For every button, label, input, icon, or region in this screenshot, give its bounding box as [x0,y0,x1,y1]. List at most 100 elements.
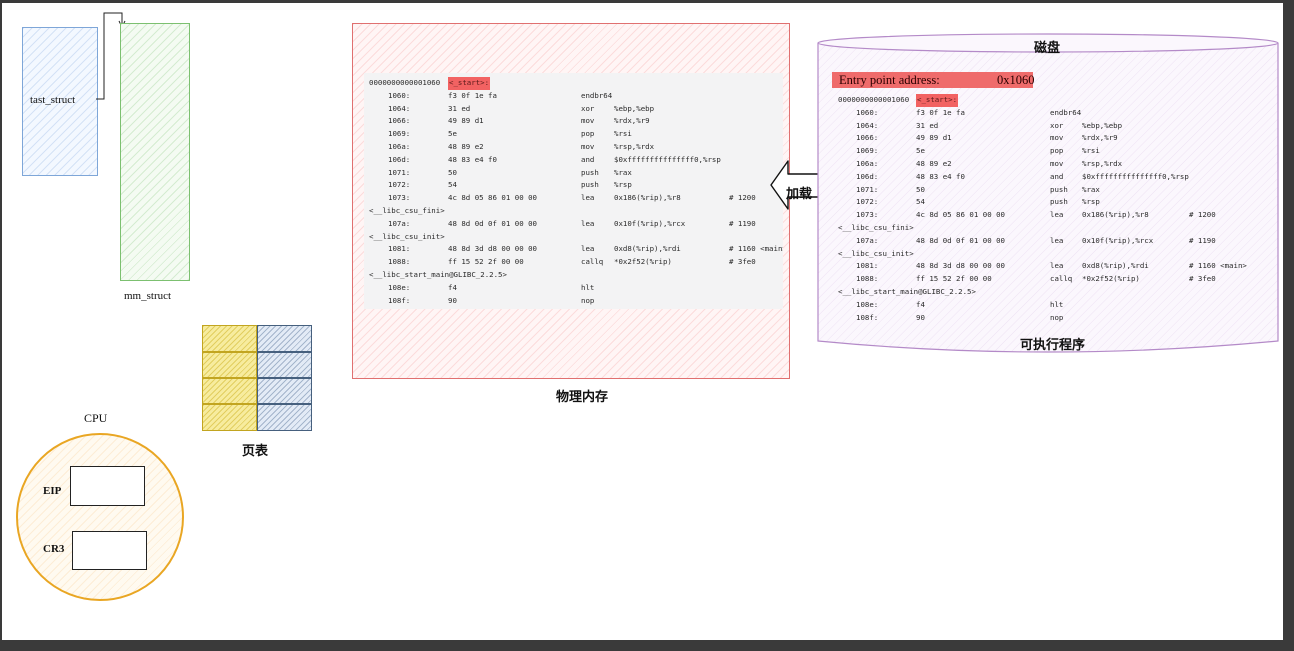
instruction-comment: # 3fe0 [729,257,756,267]
page-table-cell [202,378,257,404]
instruction-address: 108f: [856,312,879,322]
disasm-line: 106d: 48 83 e4 f0 and $0xfffffffffffffff0,%… [832,171,1250,184]
disasm-line: 106a: 48 89 e2 mov %rsp,%rdx [832,158,1250,171]
disasm-line: 1069: 5e pop %rsi [364,128,783,141]
instruction-operands: %rsi [614,129,632,139]
physical-memory-label: 物理内存 [556,390,609,405]
instruction-bytes: 31 ed [916,120,939,130]
instruction-address: 107a: [856,235,879,245]
instruction-operands: 0xd8(%rip),%rdi [1082,261,1149,271]
start-symbol-highlight: <_start>: [916,94,959,107]
instruction-operands: %rsp [614,180,632,190]
page-table-label: 页表 [242,444,269,459]
instruction-address: 106d: [388,154,411,164]
instruction-bytes: f4 [448,282,457,292]
instruction-bytes: 49 89 d1 [916,133,952,143]
instruction-bytes: 48 83 e4 f0 [448,154,497,164]
page-table-cell [202,404,257,431]
executable-label: 可执行程序 [1020,338,1086,353]
instruction-address: 1072: [388,180,411,190]
instruction-operands: %rdx,%r9 [1082,133,1118,143]
instruction-bytes: f3 0f 1e fa [448,90,497,100]
instruction-address: 108f: [388,295,411,305]
instruction-address: 106a: [856,158,879,168]
symbol-reference: <__libc_csu_fini> [838,222,914,232]
instruction-bytes: 48 8d 3d d8 00 00 00 [916,261,1005,271]
instruction-operands: *0x2f52(%rip) [614,257,672,267]
instruction-bytes: 48 8d 0d 0f 01 00 00 [448,218,537,228]
disasm-continuation: <__libc_csu_fini> [364,205,783,218]
instruction-mnemonic: endbr64 [581,90,613,100]
memory-code-block: 0000000000001060 <_start>: 1060: f3 0f 1e f… [364,73,783,309]
instruction-bytes: 48 83 e4 f0 [916,171,965,181]
cpu-label: CPU [84,411,108,425]
instruction-bytes: 4c 8d 05 86 01 00 00 [916,210,1005,220]
instruction-address: 1071: [856,184,879,194]
load-label: 加载 [786,187,813,202]
start-symbol-highlight: <_start>: [448,77,491,90]
page-table-cell [257,404,312,431]
instruction-mnemonic: push [581,180,599,190]
diagram-canvas: tast_struct mm_struct 页表 CPU EIP CR3 000… [2,3,1283,640]
instruction-bytes: 4c 8d 05 86 01 00 00 [448,193,537,203]
instruction-bytes: 5e [448,129,457,139]
instruction-mnemonic: lea [581,218,595,228]
disasm-line: 106d: 48 83 e4 f0 and $0xfffffffffffffff0,%… [364,154,783,167]
mm-struct-box [120,23,190,281]
disasm-header: 0000000000001060 <_start>: [832,94,1250,107]
disasm-line: 1066: 49 89 d1 mov %rdx,%r9 [832,132,1250,145]
disasm-header: 0000000000001060 <_start>: [364,77,783,90]
symbol-reference: <__libc_start_main@GLIBC_2.2.5> [838,286,976,296]
symbol-reference: <__libc_start_main@GLIBC_2.2.5> [369,269,507,279]
eip-label: EIP [43,485,62,497]
instruction-mnemonic: xor [581,103,595,113]
instruction-bytes: 5e [916,146,925,156]
symbol-address: 0000000000001060 [369,78,441,87]
instruction-mnemonic: lea [1050,261,1064,271]
instruction-operands: 0x10f(%rip),%rcx [614,218,686,228]
instruction-mnemonic: mov [1050,133,1064,143]
instruction-address: 1066: [856,133,879,143]
instruction-comment: # 3fe0 [1189,274,1216,284]
disasm-continuation: <__libc_csu_fini> [832,222,1250,235]
instruction-mnemonic: and [1050,171,1064,181]
instruction-mnemonic: push [1050,184,1068,194]
disasm-line: 1073: 4c 8d 05 86 01 00 00 lea 0x186(%rip),… [832,209,1250,222]
disasm-continuation: <__libc_csu_init> [364,231,783,244]
instruction-operands: %rsp [1082,197,1100,207]
instruction-bytes: ff 15 52 2f 00 00 [916,274,992,284]
instruction-mnemonic: pop [1050,146,1064,156]
instruction-operands: %rdx,%r9 [614,116,650,126]
disasm-line: 1081: 48 8d 3d d8 00 00 00 lea 0xd8(%rip),%… [364,243,783,256]
symbol-reference: <__libc_csu_init> [838,248,914,258]
disasm-line: 107a: 48 8d 0d 0f 01 00 00 lea 0x10f(%rip),… [832,235,1250,248]
instruction-bytes: 50 [916,184,925,194]
instruction-mnemonic: callq [1050,274,1073,284]
disasm-line: 108e: f4 hlt [832,299,1250,312]
instruction-mnemonic: mov [581,116,595,126]
instruction-mnemonic: lea [1050,235,1064,245]
instruction-mnemonic: nop [1050,312,1064,322]
disasm-continuation: <__libc_start_main@GLIBC_2.2.5> [364,269,783,282]
disasm-continuation: <__libc_start_main@GLIBC_2.2.5> [832,286,1250,299]
disasm-continuation: <__libc_csu_init> [832,248,1250,261]
eip-register [70,466,145,506]
instruction-address: 1088: [856,274,879,284]
instruction-address: 1081: [856,261,879,271]
instruction-comment: # 1190 [1189,235,1216,245]
disasm-line: 107a: 48 8d 0d 0f 01 00 00 lea 0x10f(%rip),… [364,218,783,231]
disasm-line: 1066: 49 89 d1 mov %rdx,%r9 [364,115,783,128]
page-table-cell [257,352,312,378]
symbol-address: 0000000000001060 [838,95,910,104]
instruction-operands: %rsi [1082,146,1100,156]
cpu-circle [16,433,184,601]
instruction-operands: 0x10f(%rip),%rcx [1082,235,1154,245]
instruction-address: 1071: [388,167,411,177]
instruction-operands: %rax [1082,184,1100,194]
instruction-operands: $0xfffffffffffffff0,%rsp [1082,171,1189,181]
instruction-mnemonic: endbr64 [1050,107,1082,117]
instruction-mnemonic: callq [581,257,604,267]
instruction-bytes: 48 89 e2 [448,141,484,151]
disasm-line: 1071: 50 push %rax [364,167,783,180]
instruction-bytes: ff 15 52 2f 00 00 [448,257,524,267]
